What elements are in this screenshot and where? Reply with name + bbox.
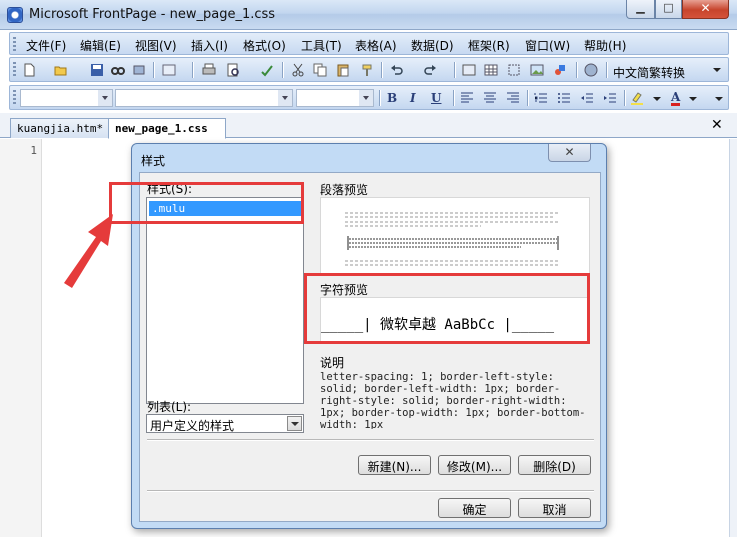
search-icon[interactable] (111, 63, 125, 77)
underline-button[interactable]: U (431, 91, 441, 105)
font-color-button[interactable]: A (671, 91, 681, 106)
editor-scrollbar[interactable] (729, 139, 737, 537)
description-text: letter-spacing: 1; border-left-style: so… (320, 371, 586, 429)
bullets-icon[interactable] (557, 91, 571, 105)
menu-help[interactable]: 帮助(H) (584, 37, 626, 54)
drawing-icon[interactable] (553, 63, 567, 77)
ok-button[interactable]: 确定 (438, 498, 511, 518)
maximize-button[interactable]: □ (655, 0, 682, 19)
new-page-icon[interactable] (22, 63, 36, 77)
dialog-body: 样式(S): .mulu 列表(L): 用户定义的样式 段落预览 字符预览 __… (139, 172, 601, 522)
insert-picture-icon[interactable] (530, 63, 544, 77)
chevron-down-icon[interactable] (710, 63, 724, 77)
annotation-box-styles (109, 182, 304, 224)
description-label: 说明 (320, 356, 345, 370)
menu-tools[interactable]: 工具(T) (301, 37, 342, 54)
toolbar-grip[interactable] (13, 90, 16, 104)
new-style-button[interactable]: 新建(N)... (358, 455, 431, 475)
increase-indent-icon[interactable] (603, 91, 617, 105)
line-number-gutter: 1 (0, 139, 42, 537)
menu-format[interactable]: 格式(O) (243, 37, 286, 54)
menu-edit[interactable]: 编辑(E) (80, 37, 121, 54)
document-tabs: kuangjia.htm* new_page_1.css ✕ (0, 113, 737, 139)
chevron-down-icon[interactable] (287, 416, 302, 431)
close-icon: ✕ (700, 1, 711, 15)
help-icon[interactable] (584, 63, 598, 77)
toolbar-options-icon[interactable] (712, 91, 726, 105)
formatting-toolbar: B I U A (9, 85, 729, 110)
menu-file[interactable]: 文件(F) (26, 37, 66, 54)
save-icon[interactable] (90, 63, 104, 77)
align-right-icon[interactable] (506, 91, 520, 105)
line-number: 1 (30, 144, 37, 157)
print-preview-icon[interactable] (226, 63, 240, 77)
list-select-value: 用户定义的样式 (150, 419, 235, 433)
modify-style-button[interactable]: 修改(M)... (438, 455, 511, 475)
paragraph-preview-lines (345, 212, 559, 266)
menu-insert[interactable]: 插入(I) (191, 37, 228, 54)
maximize-icon: □ (663, 1, 674, 14)
chevron-down-icon[interactable] (98, 90, 112, 106)
menubar-grip[interactable] (13, 37, 16, 51)
italic-button[interactable]: I (410, 91, 416, 105)
menu-table[interactable]: 表格(A) (355, 37, 397, 54)
tab-new-page-css[interactable]: new_page_1.css (108, 118, 226, 139)
bold-button[interactable]: B (387, 91, 397, 105)
print-icon[interactable] (202, 63, 216, 77)
close-window-button[interactable]: ✕ (682, 0, 729, 19)
chevron-down-icon[interactable] (650, 91, 664, 105)
minimize-button[interactable]: ▁ (626, 0, 655, 19)
annotation-box-char-preview (304, 273, 590, 344)
list-label: 列表(L): (147, 400, 192, 414)
copy-icon[interactable] (313, 63, 327, 77)
format-painter-icon[interactable] (360, 63, 374, 77)
title-bar: Microsoft FrontPage - new_page_1.css ▁ □… (0, 0, 737, 30)
paste-icon[interactable] (336, 63, 350, 77)
delete-style-button[interactable]: 删除(D) (518, 455, 591, 475)
dialog-close-button[interactable]: ✕ (548, 144, 591, 162)
menu-frames[interactable]: 框架(R) (468, 37, 510, 54)
web-component-icon[interactable] (462, 63, 476, 77)
spelling-icon[interactable] (260, 63, 274, 77)
toolbar-grip[interactable] (13, 62, 16, 76)
style-combo[interactable] (20, 89, 113, 107)
chevron-down-icon[interactable] (686, 91, 700, 105)
tab-kuangjia[interactable]: kuangjia.htm* (10, 118, 110, 138)
folder-list-icon[interactable] (162, 63, 176, 77)
menu-data[interactable]: 数据(D) (411, 37, 454, 54)
chevron-down-icon[interactable] (278, 90, 292, 106)
align-center-icon[interactable] (483, 91, 497, 105)
highlight-icon[interactable] (630, 91, 644, 105)
cut-icon[interactable] (291, 63, 305, 77)
menu-window[interactable]: 窗口(W) (525, 37, 570, 54)
close-icon: ✕ (564, 145, 575, 159)
standard-toolbar: 中文简繁转换 (9, 57, 729, 82)
numbering-icon[interactable] (534, 91, 548, 105)
window-title: Microsoft FrontPage - new_page_1.css (29, 7, 276, 22)
cancel-button[interactable]: 取消 (518, 498, 591, 518)
styles-listbox[interactable]: .mulu (146, 197, 304, 404)
insert-table-icon[interactable] (484, 63, 498, 77)
frontpage-app-icon (7, 7, 23, 23)
menu-bar: 文件(F) 编辑(E) 视图(V) 插入(I) 格式(O) 工具(T) 表格(A… (9, 32, 729, 55)
paragraph-preview-label: 段落预览 (320, 183, 369, 197)
paragraph-preview (320, 197, 590, 275)
minimize-icon: ▁ (636, 1, 645, 14)
open-folder-icon[interactable] (54, 63, 68, 77)
font-combo[interactable] (115, 89, 293, 107)
insert-layer-icon[interactable] (507, 63, 521, 77)
close-document-icon[interactable]: ✕ (711, 117, 723, 133)
list-select[interactable]: 用户定义的样式 (146, 414, 304, 433)
chevron-down-icon[interactable] (359, 90, 373, 106)
decrease-indent-icon[interactable] (580, 91, 594, 105)
dialog-title: 样式 (141, 154, 166, 168)
chinese-conversion-button[interactable]: 中文简繁转换 (613, 64, 685, 81)
redo-icon[interactable] (423, 63, 437, 77)
menu-view[interactable]: 视图(V) (135, 37, 177, 54)
font-size-combo[interactable] (296, 89, 374, 107)
publish-icon[interactable] (132, 63, 146, 77)
undo-icon[interactable] (390, 63, 404, 77)
align-left-icon[interactable] (460, 91, 474, 105)
